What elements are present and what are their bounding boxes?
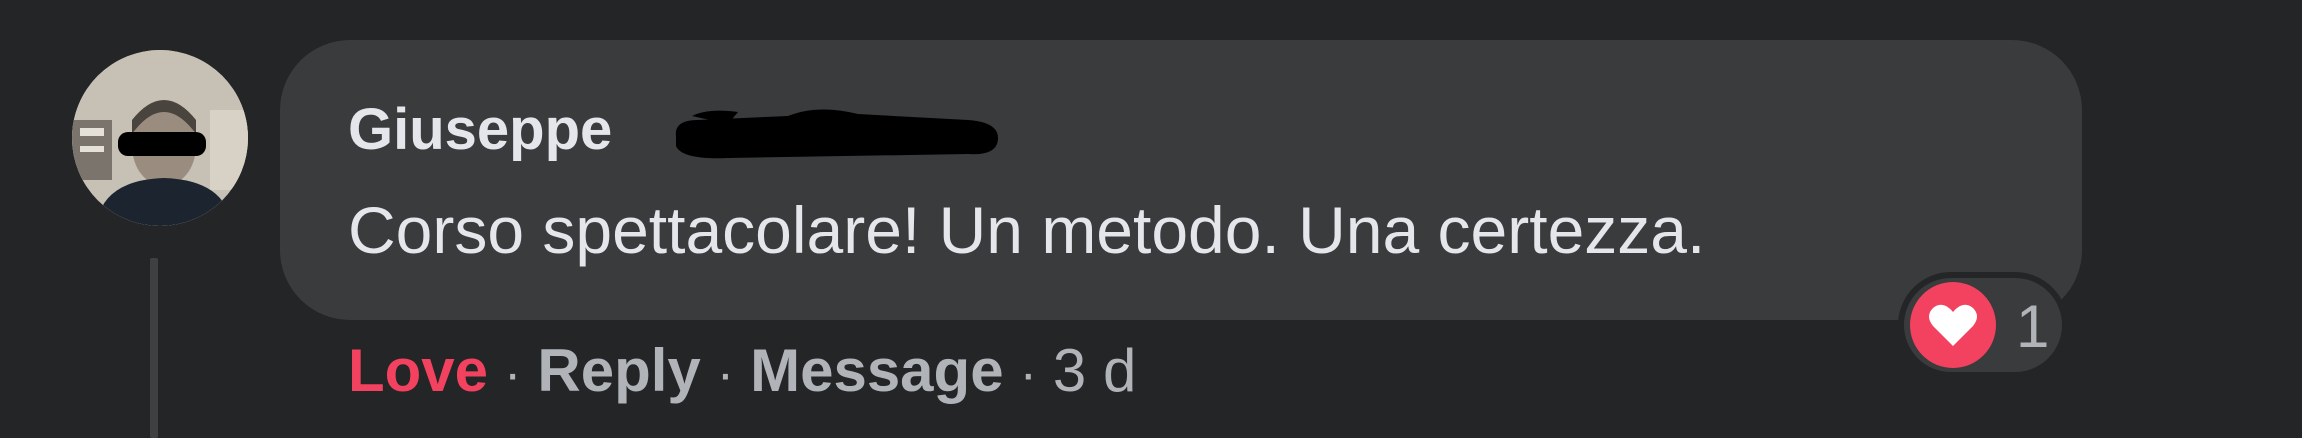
heart-icon [1910, 282, 1996, 368]
author-name[interactable]: Giuseppe [348, 96, 612, 163]
comment-text: Corso spettacolare! Un metodo. Una certe… [348, 193, 1706, 267]
reaction-count: 1 [2016, 293, 2050, 360]
avatar-photo [72, 50, 248, 226]
comment: Giuseppe Corso spettacolare! Un metodo. … [0, 0, 2302, 438]
reaction-badge[interactable]: 1 [1898, 272, 2068, 378]
separator: · [1019, 345, 1037, 403]
redaction-mark [675, 109, 998, 159]
separator: · [716, 345, 735, 403]
love-button[interactable]: Love [348, 336, 488, 405]
message-button[interactable]: Message [750, 336, 1003, 405]
comment-bubble: Giuseppe Corso spettacolare! Un metodo. … [280, 40, 2082, 320]
timestamp[interactable]: 3 d [1053, 336, 1136, 405]
avatar[interactable] [72, 50, 248, 226]
separator: · [504, 345, 522, 403]
thread-line [150, 258, 158, 438]
comment-actions: Love · Reply · Message · 3 d [348, 336, 1136, 416]
reply-button[interactable]: Reply [537, 336, 700, 405]
